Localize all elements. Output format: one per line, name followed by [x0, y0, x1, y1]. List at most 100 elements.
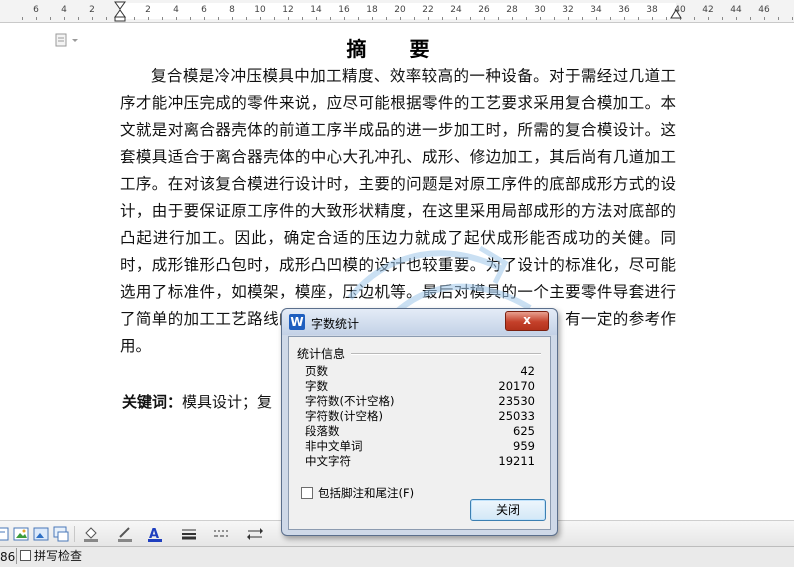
ruler-tick: [288, 17, 289, 20]
ruler-tick: [484, 17, 485, 20]
stat-row: 非中文单词 959: [305, 439, 535, 454]
dialog-content: 统计信息 页数 42 字数 20170 字符数(不计空格) 23530 字符数(计空格) 25…: [288, 336, 551, 530]
ruler-label: 42: [702, 5, 714, 15]
ruler-tick: [246, 17, 247, 20]
ruler-tick: [218, 17, 219, 20]
horizontal-ruler[interactable]: 6 4 2 2 4 6 8 10 12 14 16 18 20 22 24 26 28 30 32 34 36 38 40 4…: [0, 0, 794, 23]
ruler-tick: [456, 17, 457, 20]
ruler-label: 46: [758, 5, 770, 15]
checkbox-box[interactable]: [301, 487, 313, 499]
include-footnotes-checkbox[interactable]: 包括脚注和尾注(F): [301, 485, 414, 501]
ruler-tick: [708, 17, 709, 20]
include-footnotes-label: 包括脚注和尾注(F): [318, 486, 415, 500]
ruler-label: 8: [229, 5, 235, 15]
ruler-tick: [302, 17, 303, 20]
ruler-tick: [22, 17, 23, 20]
ruler-tick: [652, 17, 653, 20]
ruler-tick: [582, 17, 583, 20]
dialog-titlebar[interactable]: W 字数统计 x: [282, 309, 557, 335]
ruler-tick: [764, 17, 765, 20]
ruler-tick: [540, 17, 541, 20]
stat-value: 42: [520, 364, 535, 378]
dash-style-icon[interactable]: [212, 525, 230, 543]
stat-value: 23530: [498, 394, 535, 408]
ruler-tick: [470, 17, 471, 20]
ruler-label: 44: [730, 5, 742, 15]
ruler-label: 12: [282, 5, 294, 15]
ruler-tick: [442, 17, 443, 20]
stat-value: 25033: [498, 409, 535, 423]
font-color-icon[interactable]: A: [146, 525, 164, 543]
ruler-tick: [92, 17, 93, 20]
ruler-tick: [792, 17, 793, 20]
stat-row: 字符数(不计空格) 23530: [305, 394, 535, 409]
ruler-tick: [232, 17, 233, 20]
stat-row: 字数 20170: [305, 379, 535, 394]
fill-color-icon[interactable]: [82, 525, 100, 543]
line-color-icon[interactable]: [116, 525, 134, 543]
stat-value: 959: [513, 439, 535, 453]
ruler-label: 30: [534, 5, 546, 15]
ruler-tick: [596, 17, 597, 20]
status-bar: 86 拼写检查: [0, 546, 794, 567]
ruler-label: 4: [61, 5, 67, 15]
ruler-label: 34: [590, 5, 602, 15]
ruler-tick: [330, 17, 331, 20]
stat-label: 段落数: [305, 424, 340, 438]
ruler-label: 6: [33, 5, 39, 15]
ruler-tick: [106, 17, 107, 20]
ruler-tick: [50, 17, 51, 20]
dialog-close-x-button[interactable]: x: [505, 311, 549, 331]
ruler-tick: [162, 17, 163, 20]
text-box-icon[interactable]: [0, 525, 12, 543]
ruler-label: 20: [394, 5, 406, 15]
line-style-icon[interactable]: [180, 525, 198, 543]
ruler-tick: [400, 17, 401, 20]
insert-image-icon[interactable]: [32, 525, 50, 543]
keywords-line: 关键词：模具设计；复: [122, 391, 272, 412]
ruler-label: 14: [310, 5, 322, 15]
ruler-label: 16: [338, 5, 350, 15]
ruler-tick: [358, 17, 359, 20]
close-button[interactable]: 关闭: [470, 499, 546, 521]
keywords-label: 关键词：: [122, 393, 183, 411]
ruler-tick: [526, 17, 527, 20]
insert-picture-icon[interactable]: [12, 525, 30, 543]
stat-value: 19211: [498, 454, 535, 468]
ruler-tick: [722, 17, 723, 20]
keywords-text: 模具设计；复: [182, 393, 273, 411]
first-line-indent-marker[interactable]: [114, 0, 126, 22]
spell-check-toggle[interactable]: 拼写检查: [16, 548, 85, 564]
ruler-tick: [568, 17, 569, 20]
statistics-list: 页数 42 字数 20170 字符数(不计空格) 23530 字符数(计空格) 25033 段落…: [305, 364, 535, 469]
stat-label: 页数: [305, 364, 328, 378]
page-count: 86: [0, 550, 16, 564]
stat-label: 字数: [305, 379, 328, 393]
dialog-title: 字数统计: [311, 317, 360, 331]
ruler-tick: [134, 17, 135, 20]
ruler-tick: [204, 17, 205, 20]
stat-row: 段落数 625: [305, 424, 535, 439]
ruler-label: 2: [89, 5, 95, 15]
right-indent-marker[interactable]: [670, 0, 682, 22]
insert-object-icon[interactable]: [52, 525, 70, 543]
spell-check-icon: [20, 550, 31, 561]
ruler-tick: [190, 17, 191, 20]
stat-row: 中文字符 19211: [305, 454, 535, 469]
ruler-tick: [372, 17, 373, 20]
ruler-tick: [316, 17, 317, 20]
arrow-style-icon[interactable]: [246, 525, 264, 543]
spell-check-label: 拼写检查: [34, 549, 83, 563]
ruler-tick: [386, 17, 387, 20]
ruler-label: 10: [254, 5, 266, 15]
wps-app-icon: W: [289, 314, 305, 330]
stat-row: 字符数(计空格) 25033: [305, 409, 535, 424]
toolbar-separator: [74, 526, 75, 542]
stat-label: 中文字符: [305, 454, 351, 468]
stat-value: 625: [513, 424, 535, 438]
ruler-label: 28: [506, 5, 518, 15]
ruler-tick: [638, 17, 639, 20]
ruler-tick: [274, 17, 275, 20]
stat-row: 页数 42: [305, 364, 535, 379]
ruler-label: 26: [478, 5, 490, 15]
